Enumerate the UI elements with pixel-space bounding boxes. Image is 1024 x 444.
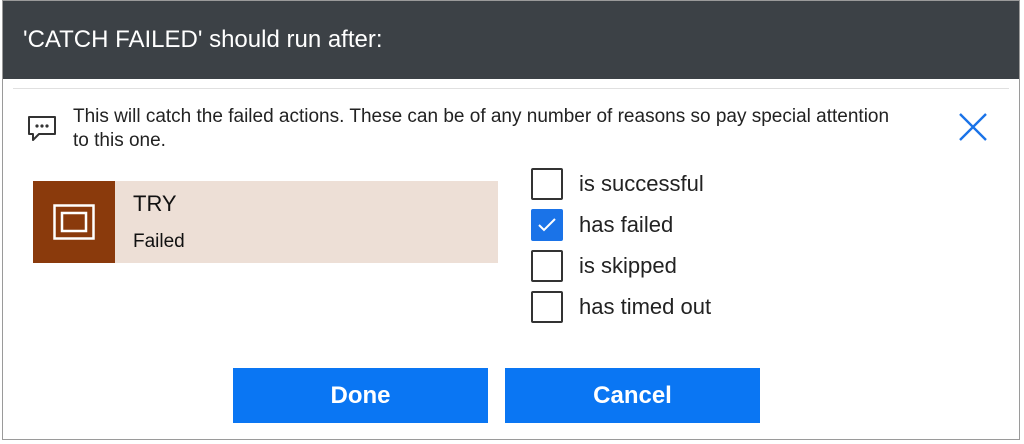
condition-has-timed-out[interactable]: has timed out <box>531 290 851 324</box>
checkbox[interactable] <box>531 168 563 200</box>
action-title: TRY <box>133 191 177 216</box>
scope-icon <box>53 204 95 240</box>
condition-has-failed[interactable]: has failed <box>531 208 851 242</box>
checkbox[interactable] <box>531 291 563 323</box>
condition-label: is successful <box>579 171 704 196</box>
checkmark-icon <box>538 218 556 232</box>
info-text: This will catch the failed actions. Thes… <box>73 106 890 151</box>
checkbox[interactable] <box>531 209 563 241</box>
condition-label: has timed out <box>579 294 712 319</box>
cancel-button[interactable]: Cancel <box>505 368 760 423</box>
condition-label: has failed <box>579 212 674 237</box>
close-icon <box>959 113 987 141</box>
dialog-title: 'CATCH FAILED' should run after: <box>3 1 1019 79</box>
done-button[interactable]: Done <box>233 368 488 423</box>
close-button[interactable] <box>957 111 989 143</box>
action-icon-box <box>33 181 115 263</box>
checkbox[interactable] <box>531 250 563 282</box>
condition-label: is skipped <box>579 253 677 278</box>
run-after-dialog: 'CATCH FAILED' should run after: This wi… <box>2 0 1020 440</box>
action-card-try: TRY Failed <box>33 181 498 263</box>
divider <box>13 88 1009 89</box>
action-status: Failed <box>133 231 185 252</box>
condition-is-successful[interactable]: is successful <box>531 167 851 201</box>
condition-is-skipped[interactable]: is skipped <box>531 249 851 283</box>
comment-icon <box>27 115 57 143</box>
